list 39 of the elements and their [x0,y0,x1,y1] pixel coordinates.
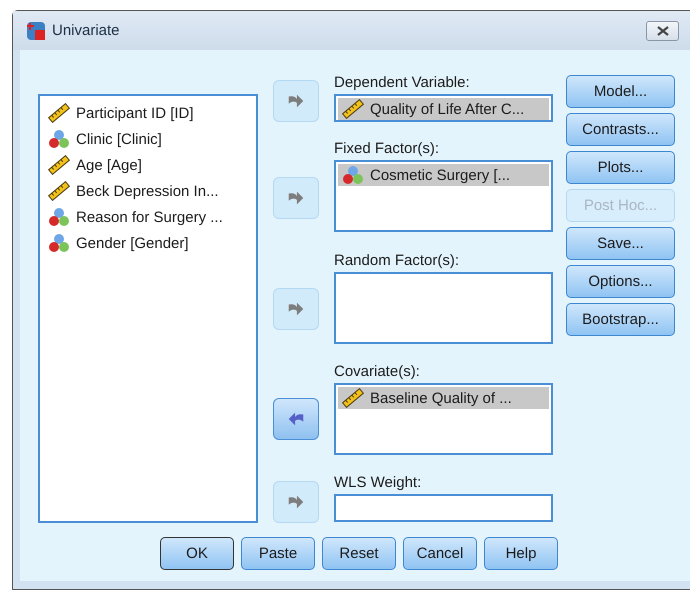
field-label: WLS Weight: [334,474,422,493]
variable-item[interactable]: Baseline Quality of ... [338,387,549,409]
dialog-button[interactable]: Contrasts... [566,113,675,146]
dialog-button[interactable]: Reset [322,537,396,570]
dialog-button[interactable]: Help [484,537,558,570]
three-balls-icon [342,165,364,185]
close-button[interactable] [646,20,679,40]
field-label: Random Factor(s): [334,252,460,271]
variable-item[interactable]: Clinic [Clinic] [44,126,252,152]
dialog-button[interactable]: Plots... [566,151,675,184]
dialog-button[interactable]: OK [160,537,234,570]
three-balls-icon [48,129,70,149]
target-list[interactable] [334,494,553,522]
dialog-button[interactable]: Model... [566,75,675,108]
variable-item[interactable]: Age [Age] [44,152,252,178]
field-label: Fixed Factor(s): [334,140,440,159]
variable-item[interactable]: Reason for Surgery ... [44,204,252,230]
variable-item[interactable]: Cosmetic Surgery [... [338,164,549,186]
three-balls-icon [48,233,70,253]
window-title: Univariate [52,22,121,39]
field-label: Covariate(s): [334,363,421,382]
target-list[interactable]: Quality of Life After C... [334,94,553,122]
dialog-button[interactable]: Cancel [403,537,477,570]
dialog-button[interactable]: Paste [241,537,315,570]
field-label: Dependent Variable: [334,74,471,93]
dialog-button[interactable]: Save... [566,227,675,260]
target-list[interactable] [334,272,553,344]
three-balls-icon [48,207,70,227]
dialog-button[interactable]: Bootstrap... [566,303,675,336]
variable-item[interactable]: Participant ID [ID] [44,100,252,126]
dialog-button[interactable]: Options... [566,265,675,298]
app-icon [26,20,46,40]
variable-item[interactable]: Beck Depression In... [44,178,252,204]
close-icon [656,26,668,36]
target-list[interactable]: Baseline Quality of ... [334,383,553,455]
move-button[interactable] [273,398,319,440]
variable-item[interactable]: Quality of Life After C... [338,98,549,120]
variable-item[interactable]: Gender [Gender] [44,230,252,256]
target-list[interactable]: Cosmetic Surgery [... [334,160,553,232]
